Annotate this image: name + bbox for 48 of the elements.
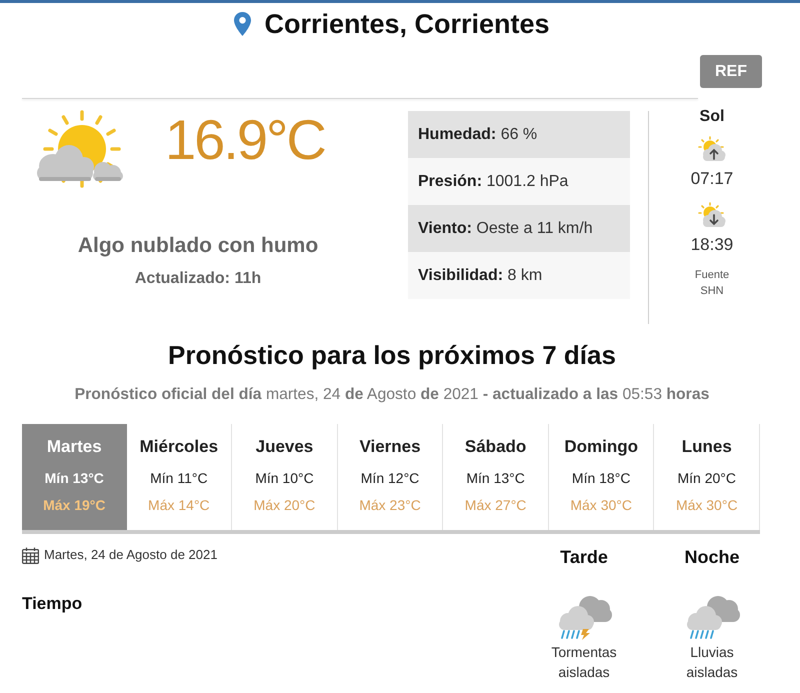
min-temperature: Mín 13°C	[44, 469, 104, 487]
day-name: Sábado	[464, 437, 526, 457]
max-temperature: Máx 19°C	[43, 496, 106, 514]
updated-time: Actualizado: 11h	[134, 269, 262, 289]
max-temperature: Máx 14°C	[148, 496, 210, 514]
detail-row: Humedad: 66 %	[408, 111, 630, 158]
min-temperature: Mín 12°C	[360, 469, 420, 487]
min-temperature: Mín 13°C	[466, 469, 525, 487]
day-name: Jueves	[256, 437, 314, 457]
min-temperature: Mín 10°C	[255, 469, 314, 487]
day-tab[interactable]: Martes Mín 13°C Máx 19°C	[22, 424, 127, 530]
period-description: Lluvias aisladas	[685, 643, 739, 682]
sunset-icon	[698, 202, 726, 228]
max-temperature: Máx 20°C	[254, 496, 316, 514]
min-temperature: Mín 11°C	[150, 469, 208, 487]
period-description: Tormentas aisladas	[550, 643, 618, 682]
max-temperature: Máx 23°C	[359, 496, 421, 514]
calendar-icon	[22, 546, 39, 564]
day-name: Miércoles	[140, 437, 218, 457]
location-title: Corrientes, Corrientes	[264, 8, 550, 41]
detail-row: Viento: Oeste a 11 km/h	[408, 205, 630, 252]
max-temperature: Máx 30°C	[676, 496, 738, 514]
detail-row: Visibilidad: 8 km	[408, 252, 630, 299]
forecast-subtitle: Pronóstico oficial del día martes, 24 de Agosto de 2021 - actualizado a las 05:53 horas	[74, 385, 710, 405]
period-name: Tarde	[560, 546, 608, 568]
sun-title: Sol	[700, 109, 724, 125]
sunrise-time: 07:17	[690, 169, 734, 189]
location-pin-icon	[234, 12, 252, 36]
detail-row: Presión: 1001.2 hPa	[408, 158, 630, 205]
period-name: Noche	[684, 546, 740, 568]
source-label: Fuente	[694, 268, 730, 282]
sunrise-icon	[698, 136, 726, 162]
day-name: Viernes	[359, 437, 421, 457]
refresh-button[interactable]: REF	[700, 55, 762, 88]
min-temperature: Mín 18°C	[572, 469, 630, 487]
day-name: Lunes	[682, 437, 732, 457]
max-temperature: Máx 30°C	[570, 496, 632, 514]
sunset-time: 18:39	[690, 235, 734, 255]
max-temperature: Máx 27°C	[464, 496, 526, 514]
weather-condition: Algo nublado con humo	[76, 233, 320, 259]
forecast-title: Pronóstico para los próximos 7 días	[167, 339, 617, 371]
row-label: Tiempo	[22, 594, 82, 614]
source-name: SHN	[700, 284, 724, 298]
current-temperature: 16.9°C	[165, 109, 325, 171]
day-name: Domingo	[564, 437, 638, 457]
selected-date: Martes, 24 de Agosto de 2021	[44, 547, 218, 563]
min-temperature: Mín 20°C	[678, 469, 736, 487]
day-name: Martes	[46, 437, 102, 457]
